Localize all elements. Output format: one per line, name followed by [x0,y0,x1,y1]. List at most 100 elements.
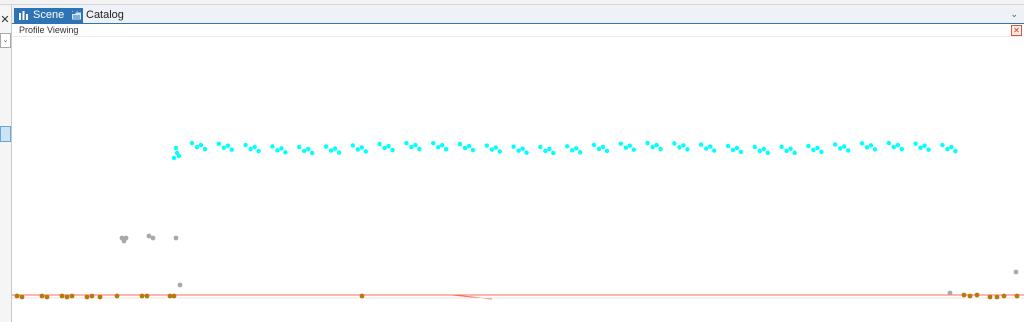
close-view-icon[interactable]: ✕ [1011,25,1022,36]
point [229,147,234,152]
point [779,144,784,150]
point [484,143,489,148]
point [123,235,129,241]
point [279,146,284,151]
view-tab-bar: Scene ✕ Catalog ⌄ [12,5,1024,25]
point [202,146,208,152]
point [600,144,606,150]
point [216,141,221,146]
point [171,155,177,161]
point [645,140,650,146]
point [377,141,382,147]
point [547,146,552,152]
building-points [171,140,958,161]
point [350,143,355,148]
point [283,150,288,155]
point [306,146,311,152]
point [838,146,843,151]
point [520,146,525,151]
point [144,293,150,299]
point [543,148,548,154]
point [627,143,632,148]
point [708,144,713,149]
point [198,142,204,148]
point [417,146,422,152]
point [173,145,179,151]
point [574,146,579,151]
point [462,145,468,151]
point [470,147,476,153]
point [409,144,414,150]
point [819,149,824,155]
tab-label: Scene [33,9,65,21]
point [891,144,896,150]
point [457,141,463,147]
point [150,235,156,241]
point [538,144,543,150]
point [516,148,521,153]
point [994,294,1000,300]
point [734,145,740,151]
point [730,147,736,153]
point [19,294,25,300]
point [815,145,820,151]
unclassified-points [119,233,1019,296]
point [359,145,364,150]
point [872,147,878,152]
point [139,293,145,299]
point [677,145,682,150]
point [524,150,529,155]
point [725,143,731,149]
tab-label: Catalog [86,9,124,21]
point [323,144,329,149]
point [310,150,315,156]
chevron-down-icon[interactable]: ⌄ [0,33,11,48]
point [650,144,655,150]
point [699,142,704,147]
point [1001,293,1007,299]
point [623,145,628,150]
point [654,142,659,148]
point [947,290,953,296]
point [591,142,597,148]
point [189,140,195,146]
point [275,148,280,153]
point [270,144,275,149]
left-dock-pane: ✕ ⌄ [0,5,12,322]
point [833,142,838,147]
point [466,143,472,149]
point [949,144,954,150]
point [1014,293,1020,299]
chevron-down-icon[interactable]: ⌄ [1010,9,1018,20]
point [114,293,120,299]
point [1013,269,1019,275]
point [243,142,248,148]
selected-item[interactable] [0,126,11,142]
point [489,147,494,152]
point [806,143,811,149]
view-header: Profile Viewing ✕ [12,24,1024,37]
point [382,145,387,151]
point [899,146,904,152]
close-icon[interactable]: ✕ [0,14,10,26]
point [792,150,797,156]
point [355,147,360,152]
point [252,144,257,150]
point [390,147,395,153]
catalog-icon [71,11,82,21]
point [738,149,744,155]
point [84,294,90,300]
point [681,143,686,148]
tab-catalog[interactable]: Catalog [67,8,128,23]
point [961,292,967,298]
point [39,293,45,299]
point [712,148,717,153]
profile-canvas[interactable] [12,37,1024,322]
point [431,140,436,146]
point [570,148,575,153]
point [945,146,950,152]
view-title: Profile Viewing [19,25,79,35]
point [89,293,95,299]
scene-icon [19,11,28,20]
point [248,146,253,152]
